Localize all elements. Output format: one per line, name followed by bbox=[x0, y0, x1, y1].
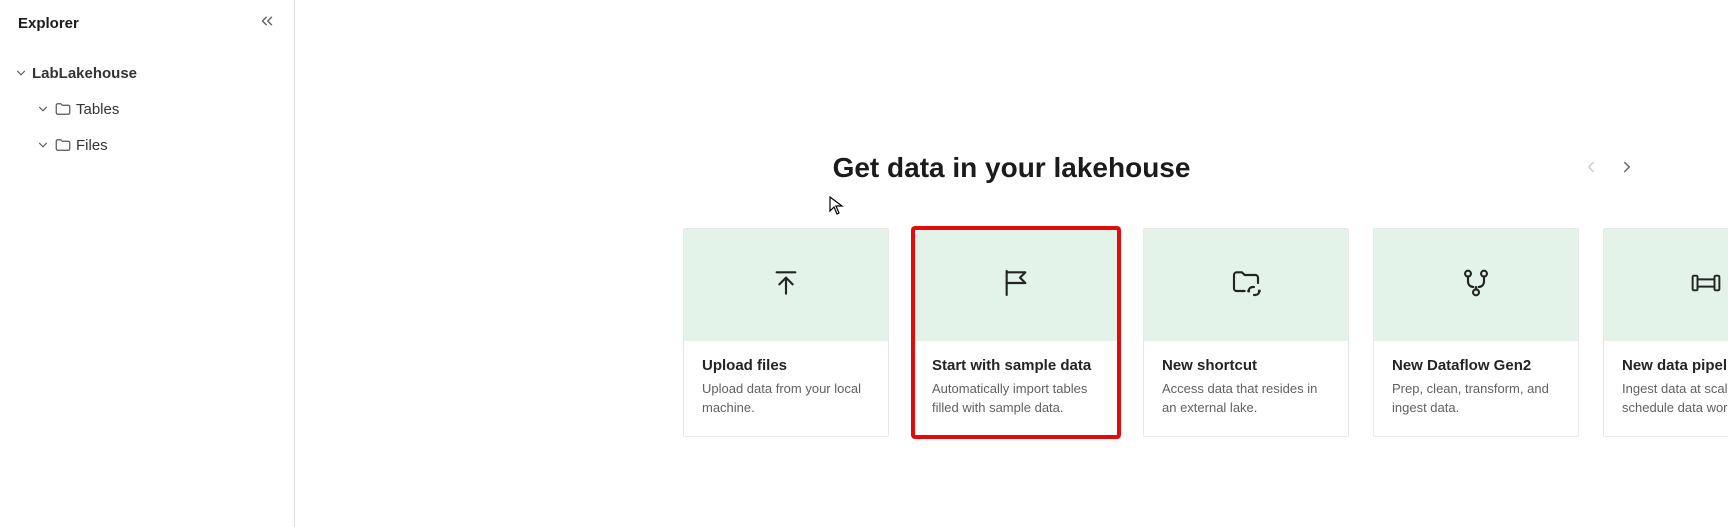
tree: LabLakehouse Tables Files bbox=[0, 45, 294, 163]
tree-label: Files bbox=[76, 137, 108, 154]
tree-label: Tables bbox=[76, 101, 119, 118]
card-desc: Prep, clean, transform, and ingest data. bbox=[1392, 380, 1560, 418]
tree-item-files[interactable]: Files bbox=[0, 127, 294, 163]
tree-item-tables[interactable]: Tables bbox=[0, 91, 294, 127]
card-title: New shortcut bbox=[1162, 357, 1330, 374]
card-desc: Ingest data at scale and schedule data w… bbox=[1622, 380, 1728, 418]
sidebar-title: Explorer bbox=[18, 15, 79, 32]
card-desc: Automatically import tables filled with … bbox=[932, 380, 1100, 418]
card-upload-files[interactable]: Upload files Upload data from your local… bbox=[683, 228, 889, 437]
card-title: New data pipeline bbox=[1622, 357, 1728, 374]
mouse-cursor-icon bbox=[829, 196, 845, 221]
card-new-data-pipeline[interactable]: New data pipeline Ingest data at scale a… bbox=[1603, 228, 1728, 437]
chevron-down-icon bbox=[14, 66, 32, 80]
carousel-next-button[interactable] bbox=[1618, 158, 1636, 181]
chevron-down-icon bbox=[36, 102, 54, 116]
card-icon-area bbox=[684, 229, 888, 341]
shortcut-icon bbox=[1230, 267, 1262, 304]
card-icon-area bbox=[1374, 229, 1578, 341]
card-start-sample-data[interactable]: Start with sample data Automatically imp… bbox=[913, 228, 1119, 437]
explorer-sidebar: Explorer LabLakehouse Tables bbox=[0, 0, 295, 527]
sidebar-header: Explorer bbox=[0, 12, 294, 45]
page-title: Get data in your lakehouse bbox=[833, 152, 1191, 184]
card-icon-area bbox=[1604, 229, 1728, 341]
tree-root[interactable]: LabLakehouse bbox=[0, 55, 294, 91]
card-title: Upload files bbox=[702, 357, 870, 374]
chevron-down-icon bbox=[36, 138, 54, 152]
folder-icon bbox=[54, 136, 76, 154]
carousel-prev-button[interactable] bbox=[1582, 158, 1600, 181]
card-new-dataflow-gen2[interactable]: New Dataflow Gen2 Prep, clean, transform… bbox=[1373, 228, 1579, 437]
carousel-nav bbox=[1582, 158, 1636, 181]
card-title: New Dataflow Gen2 bbox=[1392, 357, 1560, 374]
card-title: Start with sample data bbox=[932, 357, 1100, 374]
upload-icon bbox=[770, 267, 802, 304]
flag-icon bbox=[1000, 267, 1032, 304]
tree-root-label: LabLakehouse bbox=[32, 65, 137, 82]
collapse-sidebar-icon[interactable] bbox=[258, 12, 276, 35]
card-desc: Access data that resides in an external … bbox=[1162, 380, 1330, 418]
dataflow-icon bbox=[1460, 267, 1492, 304]
card-desc: Upload data from your local machine. bbox=[702, 380, 870, 418]
card-new-shortcut[interactable]: New shortcut Access data that resides in… bbox=[1143, 228, 1349, 437]
card-icon-area bbox=[914, 229, 1118, 341]
folder-icon bbox=[54, 100, 76, 118]
main-content: Get data in your lakehouse Upload bbox=[295, 0, 1728, 527]
cards-row: Upload files Upload data from your local… bbox=[683, 228, 1728, 437]
pipeline-icon bbox=[1689, 267, 1723, 304]
card-icon-area bbox=[1144, 229, 1348, 341]
